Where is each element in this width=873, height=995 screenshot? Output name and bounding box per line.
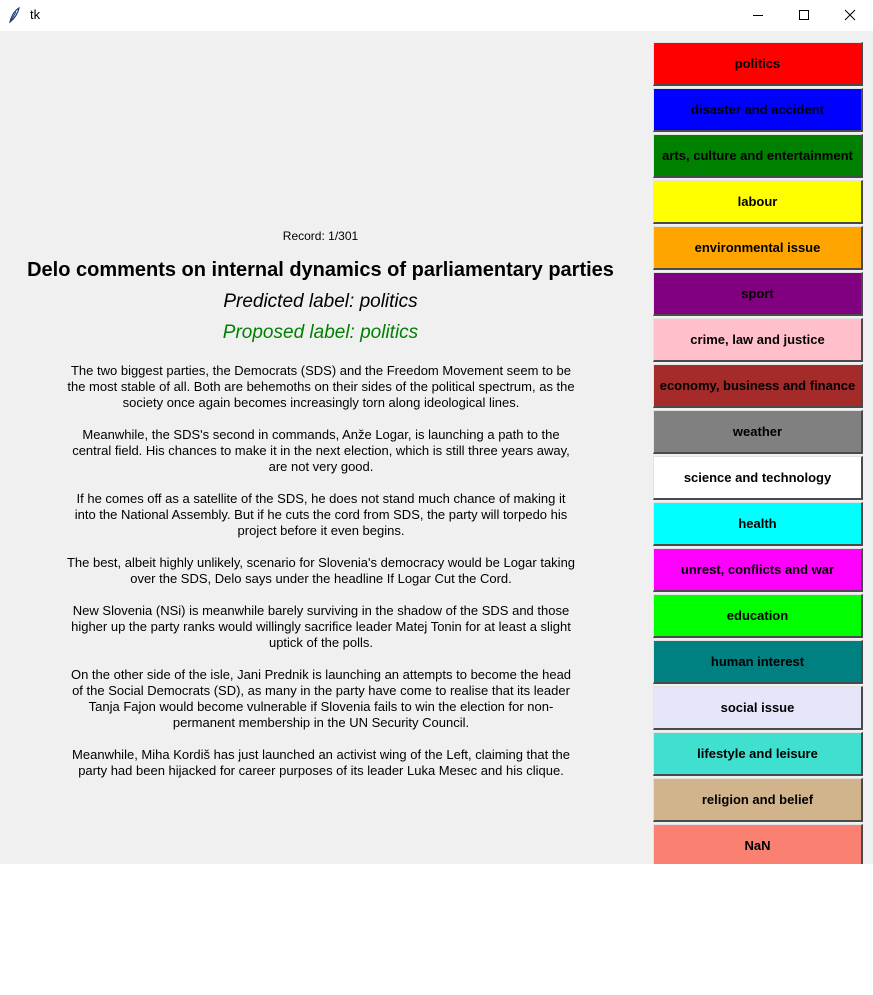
label-button-panel: politics disaster and accident arts, cultu… [653, 42, 863, 864]
label-button-arts-culture-and-entertainment[interactable]: arts, culture and entertainment [653, 134, 863, 178]
label-button-politics[interactable]: politics [653, 42, 863, 86]
close-button[interactable] [827, 0, 873, 31]
label-button-health[interactable]: health [653, 502, 863, 546]
label-button-weather[interactable]: weather [653, 410, 863, 454]
label-button-social-issue[interactable]: social issue [653, 686, 863, 730]
article-paragraph: The two biggest parties, the Democrats (… [67, 363, 575, 410]
label-button-education[interactable]: education [653, 594, 863, 638]
maximize-icon [799, 10, 809, 20]
record-counter: Record: 1/301 [282, 229, 359, 243]
minimize-button[interactable] [735, 0, 781, 31]
maximize-button[interactable] [781, 0, 827, 31]
predicted-label: Predicted label: politics [223, 291, 418, 312]
article-headline: Delo comments on internal dynamics of pa… [27, 259, 614, 281]
label-button-science-and-technology[interactable]: science and technology [653, 456, 863, 500]
title-bar: tk [0, 0, 873, 31]
feather-icon [7, 6, 21, 24]
label-button-environmental-issue[interactable]: environmental issue [653, 226, 863, 270]
article-body: The two biggest parties, the Democrats (… [66, 363, 576, 795]
main-content: Record: 1/301 Delo comments on internal … [0, 31, 873, 864]
article-paragraph: Meanwhile, Miha Kordiš has just launched… [72, 747, 570, 778]
app-window: tk Record: 1/301 Delo comments on intern… [0, 0, 873, 864]
label-button-economy-business-and-finance[interactable]: economy, business and finance [653, 364, 863, 408]
label-button-religion-and-belief[interactable]: religion and belief [653, 778, 863, 822]
proposed-label: Proposed label: politics [222, 322, 419, 343]
article-paragraph: New Slovenia (NSi) is meanwhile barely s… [71, 603, 571, 650]
label-button-sport[interactable]: sport [653, 272, 863, 316]
article-paragraph: Meanwhile, the SDS's second in commands,… [72, 427, 570, 474]
label-button-disaster-and-accident[interactable]: disaster and accident [653, 88, 863, 132]
article-paragraph: If he comes off as a satellite of the SD… [74, 491, 568, 538]
label-button-human-interest[interactable]: human interest [653, 640, 863, 684]
label-button-lifestyle-and-leisure[interactable]: lifestyle and leisure [653, 732, 863, 776]
label-button-crime-law-and-justice[interactable]: crime, law and justice [653, 318, 863, 362]
window-title: tk [30, 7, 41, 22]
label-button-nan[interactable]: NaN [653, 824, 863, 864]
article-paragraph: The best, albeit highly unlikely, scenar… [66, 555, 576, 586]
label-button-labour[interactable]: labour [653, 180, 863, 224]
label-button-unrest-conflicts-and-war[interactable]: unrest, conflicts and war [653, 548, 863, 592]
close-icon [844, 9, 856, 21]
minimize-icon [753, 15, 763, 16]
article-paragraph: On the other side of the isle, Jani Pred… [70, 667, 572, 730]
